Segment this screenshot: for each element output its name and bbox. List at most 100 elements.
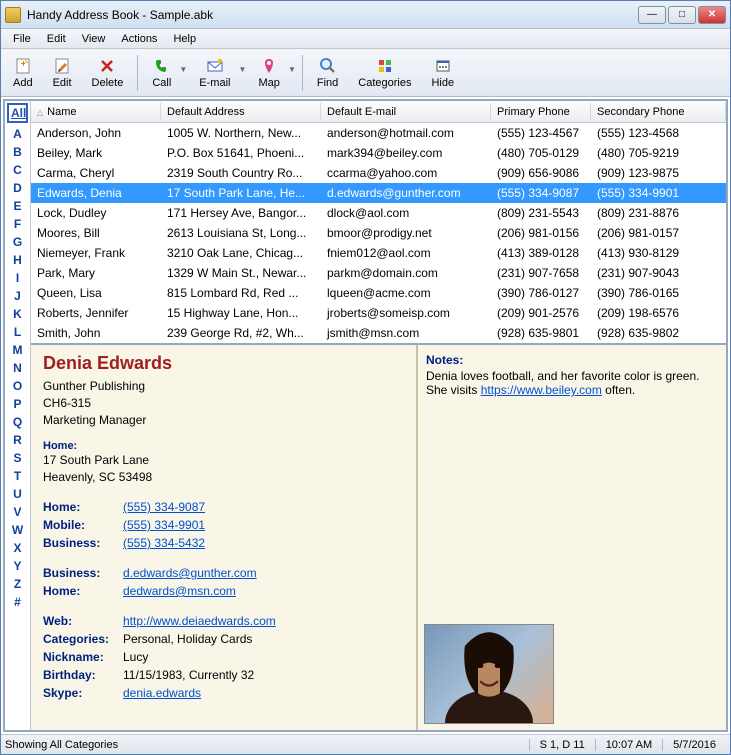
alpha-j[interactable]: J: [5, 287, 30, 305]
toolbar-label: Hide: [431, 77, 454, 89]
table-row[interactable]: Queen, Lisa815 Lombard Rd, Red ...lqueen…: [31, 283, 726, 303]
alpha-w[interactable]: W: [5, 521, 30, 539]
toolbar-delete-button[interactable]: Delete: [82, 55, 134, 91]
table-row[interactable]: Smith, John239 George Rd, #2, Wh...jsmit…: [31, 323, 726, 343]
alpha-z[interactable]: Z: [5, 575, 30, 593]
toolbar-label: Edit: [53, 77, 72, 89]
menu-edit[interactable]: Edit: [39, 31, 74, 47]
contact-dept: CH6-315: [43, 395, 404, 412]
column-address[interactable]: Default Address: [161, 103, 321, 121]
titlebar: Handy Address Book - Sample.abk — □ ✕: [1, 1, 730, 29]
menu-actions[interactable]: Actions: [113, 31, 165, 47]
cell-addr: 239 George Rd, #2, Wh...: [161, 324, 321, 342]
column-primary-phone[interactable]: Primary Phone: [491, 103, 591, 121]
alpha-s[interactable]: S: [5, 449, 30, 467]
toolbar-find-button[interactable]: Find: [307, 55, 348, 91]
alpha-u[interactable]: U: [5, 485, 30, 503]
toolbar-hide-button[interactable]: Hide: [421, 55, 464, 91]
table-row[interactable]: Anderson, John1005 W. Northern, New...an…: [31, 123, 726, 143]
toolbar-label: E-mail: [199, 77, 230, 89]
alpha-b[interactable]: B: [5, 143, 30, 161]
alpha-d[interactable]: D: [5, 179, 30, 197]
alpha-r[interactable]: R: [5, 431, 30, 449]
cell-p2: (928) 635-9802: [591, 324, 726, 342]
table-row[interactable]: Beiley, MarkP.O. Box 51641, Phoeni...mar…: [31, 143, 726, 163]
chevron-down-icon[interactable]: ▼: [239, 65, 247, 74]
toolbar-map-button[interactable]: Map▼: [248, 55, 297, 91]
cell-p2: (809) 231-8876: [591, 204, 726, 222]
detail-value[interactable]: (555) 334-5432: [123, 534, 205, 552]
alpha-x[interactable]: X: [5, 539, 30, 557]
status-selection: S 1, D 11: [529, 739, 595, 751]
detail-value[interactable]: (555) 334-9087: [123, 498, 205, 516]
alpha-h[interactable]: H: [5, 251, 30, 269]
email-icon: [206, 57, 224, 75]
toolbar-email-button[interactable]: E-mail ▼: [189, 55, 248, 91]
alpha-g[interactable]: G: [5, 233, 30, 251]
alpha-l[interactable]: L: [5, 323, 30, 341]
detail-value[interactable]: (555) 334-9901: [123, 516, 205, 534]
cell-email: bmoor@prodigy.net: [321, 224, 491, 242]
minimize-button[interactable]: —: [638, 6, 666, 24]
detail-value[interactable]: http://www.deiaedwards.com: [123, 612, 276, 630]
cell-name: Lock, Dudley: [31, 204, 161, 222]
toolbar-call-button[interactable]: Call▼: [142, 55, 189, 91]
detail-row: Birthday:11/15/1983, Currently 32: [43, 666, 404, 684]
menu-help[interactable]: Help: [165, 31, 204, 47]
detail-value: Personal, Holiday Cards: [123, 630, 252, 648]
alpha-m[interactable]: M: [5, 341, 30, 359]
table-row[interactable]: Moores, Bill2613 Louisiana St, Long...bm…: [31, 223, 726, 243]
toolbar: AddEditDeleteCall▼E-mail▼Map▼FindCategor…: [1, 49, 730, 97]
table-row[interactable]: Carma, Cheryl2319 South Country Ro...cca…: [31, 163, 726, 183]
alpha-n[interactable]: N: [5, 359, 30, 377]
alpha-p[interactable]: P: [5, 395, 30, 413]
alpha-all[interactable]: All: [7, 103, 28, 123]
detail-row: Web:http://www.deiaedwards.com: [43, 612, 404, 630]
cell-name: Roberts, Jennifer: [31, 304, 161, 322]
cell-p1: (480) 705-0129: [491, 144, 591, 162]
table-row[interactable]: Niemeyer, Frank3210 Oak Lane, Chicag...f…: [31, 243, 726, 263]
alpha-o[interactable]: O: [5, 377, 30, 395]
column-secondary-phone[interactable]: Secondary Phone: [591, 103, 726, 121]
alpha-q[interactable]: Q: [5, 413, 30, 431]
cell-p1: (555) 123-4567: [491, 124, 591, 142]
cell-addr: 2613 Louisiana St, Long...: [161, 224, 321, 242]
detail-value[interactable]: denia.edwards: [123, 684, 201, 702]
chevron-down-icon[interactable]: ▼: [288, 65, 296, 74]
menubar: FileEditViewActionsHelp: [1, 29, 730, 49]
cell-name: Carma, Cheryl: [31, 164, 161, 182]
alpha-a[interactable]: A: [5, 125, 30, 143]
table-header[interactable]: Name Default Address Default E-mail Prim…: [31, 101, 726, 123]
cell-p1: (206) 981-0156: [491, 224, 591, 242]
menu-view[interactable]: View: [74, 31, 114, 47]
close-button[interactable]: ✕: [698, 6, 726, 24]
detail-value[interactable]: d.edwards@gunther.com: [123, 564, 257, 582]
table-row[interactable]: Roberts, Jennifer15 Highway Lane, Hon...…: [31, 303, 726, 323]
alpha-t[interactable]: T: [5, 467, 30, 485]
alpha-i[interactable]: I: [5, 269, 30, 287]
toolbar-edit-button[interactable]: Edit: [43, 55, 82, 91]
detail-value[interactable]: dedwards@msn.com: [123, 582, 236, 600]
alpha-y[interactable]: Y: [5, 557, 30, 575]
table-row[interactable]: Lock, Dudley171 Hersey Ave, Bangor...dlo…: [31, 203, 726, 223]
alpha-f[interactable]: F: [5, 215, 30, 233]
cell-p2: (413) 930-8129: [591, 244, 726, 262]
table-row[interactable]: Park, Mary1329 W Main St., Newar...parkm…: [31, 263, 726, 283]
alpha-e[interactable]: E: [5, 197, 30, 215]
toolbar-add-button[interactable]: Add: [3, 55, 43, 91]
toolbar-categories-button[interactable]: Categories: [348, 55, 421, 91]
cell-addr: 1329 W Main St., Newar...: [161, 264, 321, 282]
maximize-button[interactable]: □: [668, 6, 696, 24]
notes-link[interactable]: https://www.beiley.com: [481, 383, 602, 397]
table-row[interactable]: Edwards, Denia17 South Park Lane, He...d…: [31, 183, 726, 203]
chevron-down-icon[interactable]: ▼: [179, 65, 187, 74]
alpha-c[interactable]: C: [5, 161, 30, 179]
alpha-v[interactable]: V: [5, 503, 30, 521]
menu-file[interactable]: File: [5, 31, 39, 47]
alpha-#[interactable]: #: [5, 593, 30, 611]
column-email[interactable]: Default E-mail: [321, 103, 491, 121]
column-name[interactable]: Name: [31, 103, 161, 121]
notes-line1: Denia loves football, and her favorite c…: [426, 369, 700, 383]
alpha-k[interactable]: K: [5, 305, 30, 323]
cell-addr: 171 Hersey Ave, Bangor...: [161, 204, 321, 222]
